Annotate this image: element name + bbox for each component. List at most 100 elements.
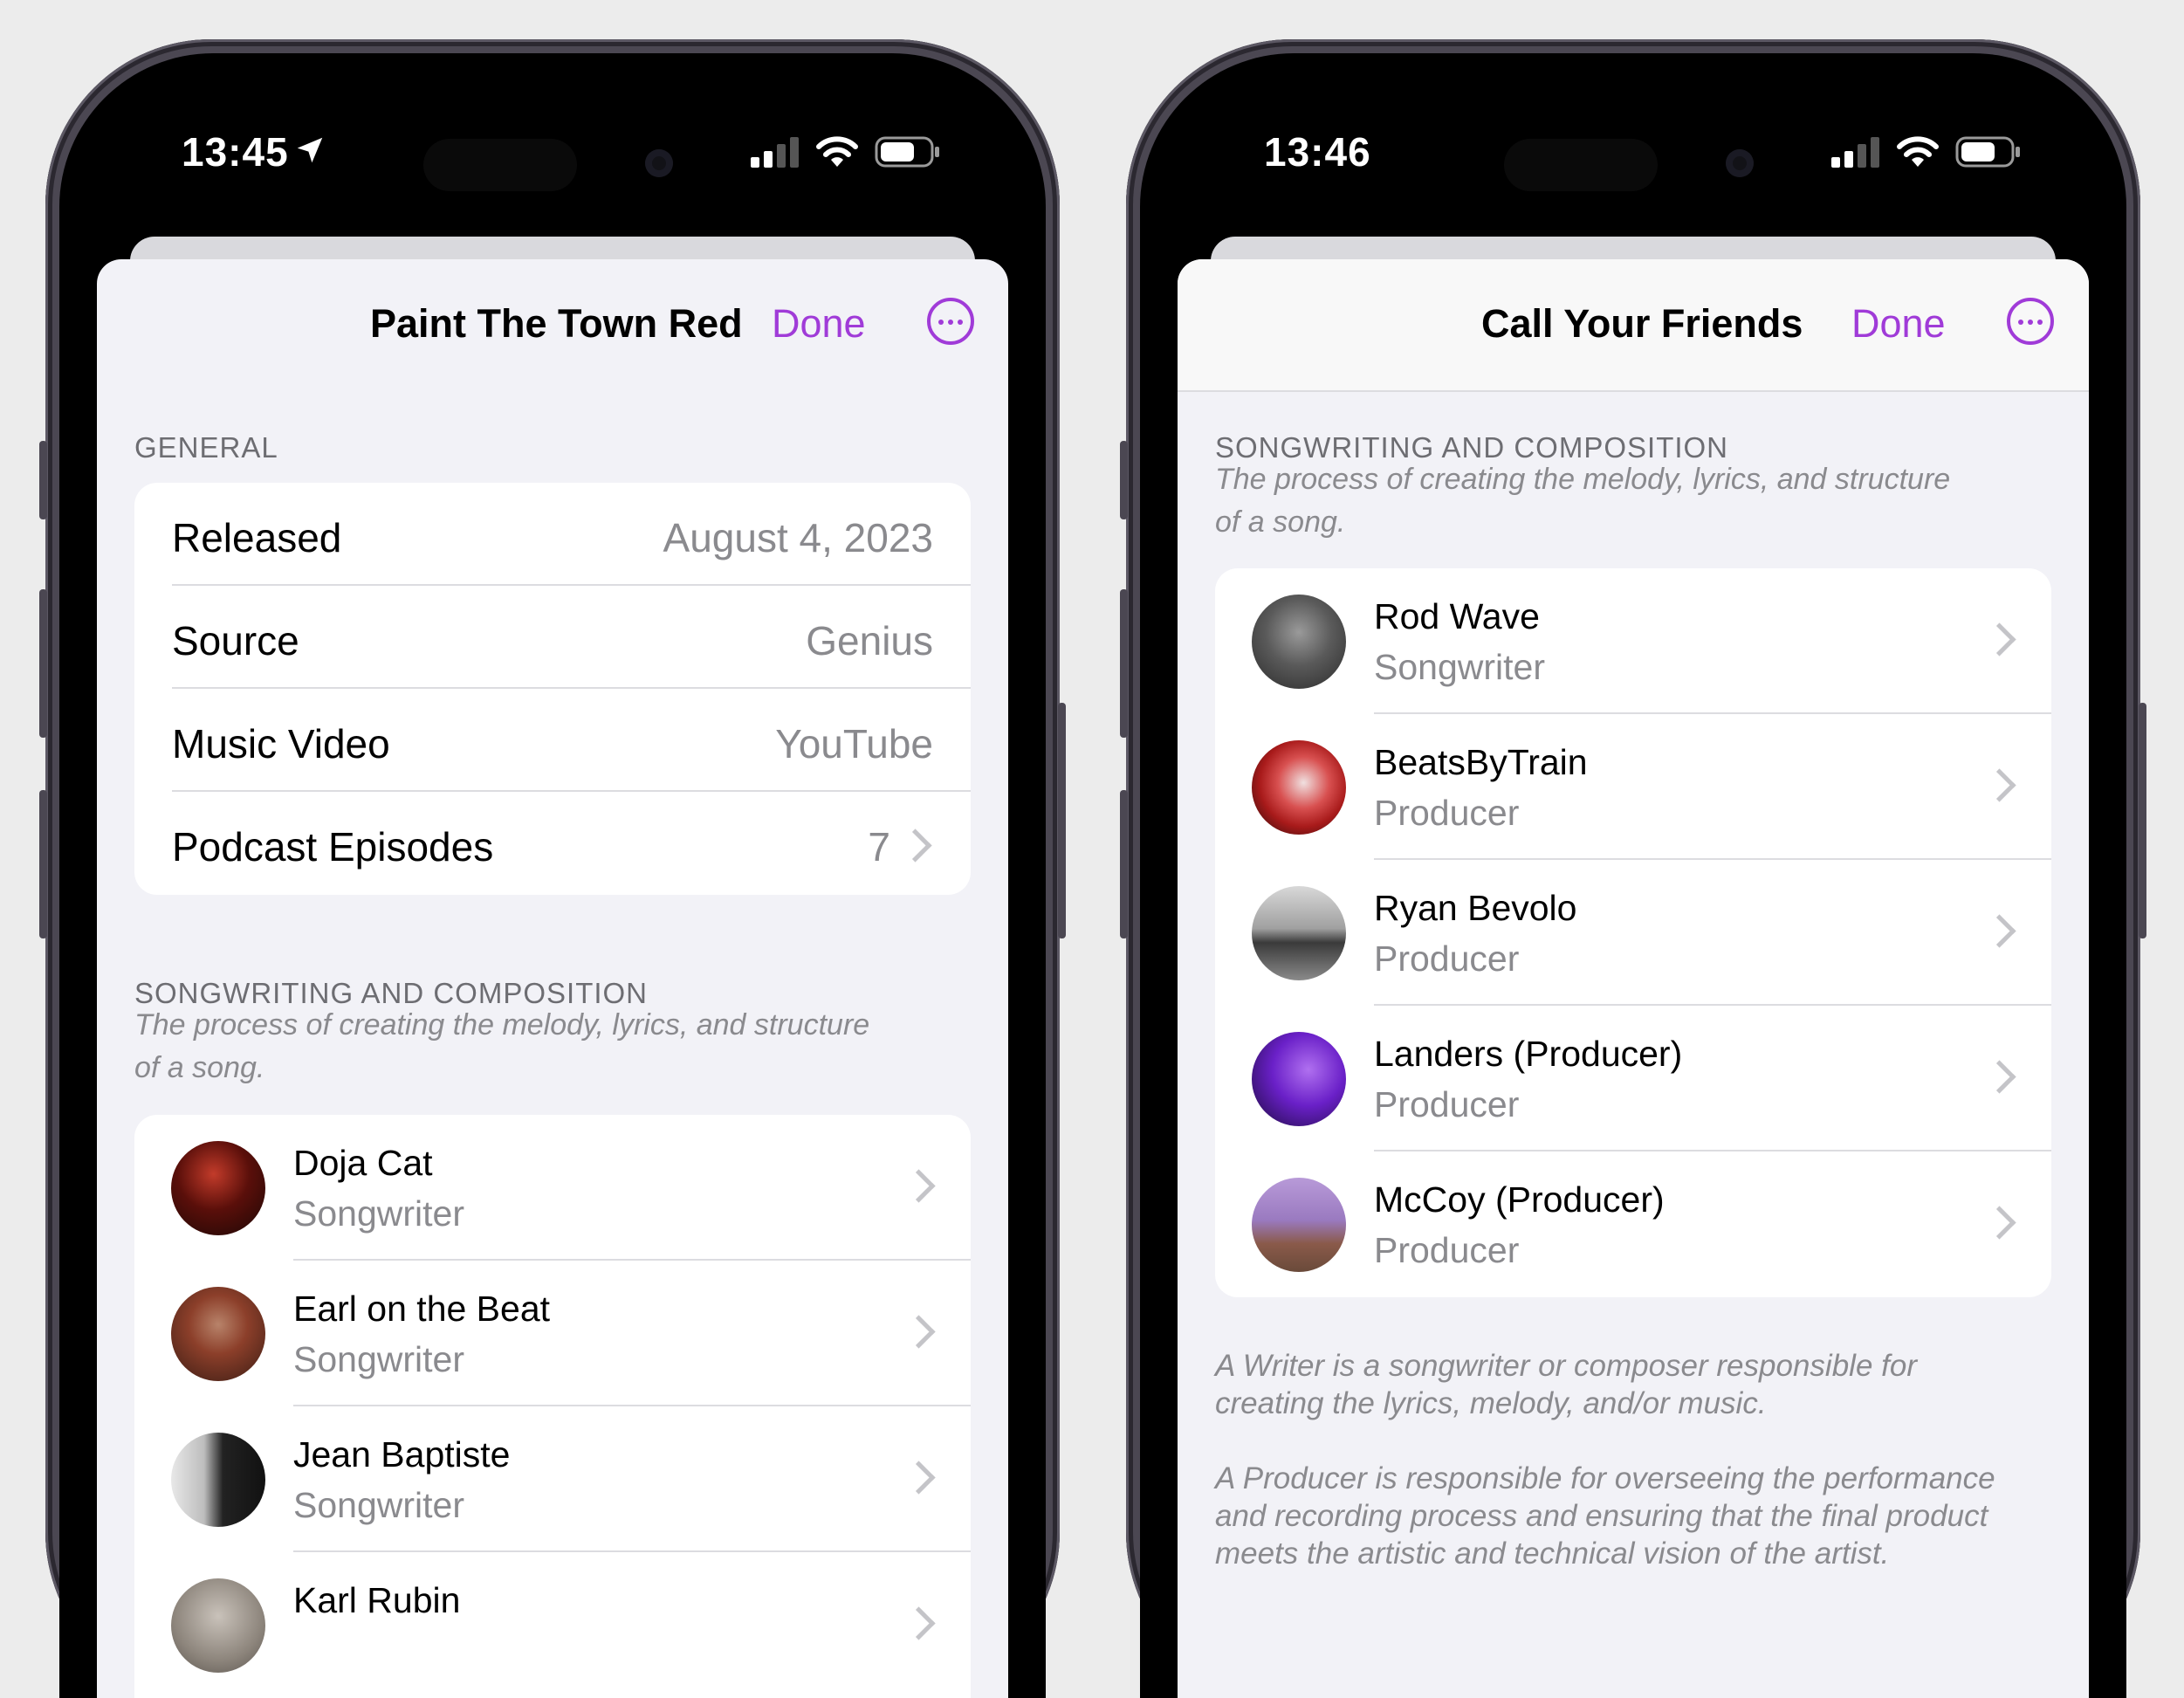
left-screen: 13:45 Paint The Town Red Done GENERAL Re… [59,53,1046,1698]
general-group: Released August 4, 2023 Source Genius Mu… [134,483,971,895]
status-icons [751,135,941,168]
avatar [171,1287,265,1381]
cellular-signal-icon [751,137,799,168]
credit-row[interactable]: Ryan Bevolo Producer [1215,860,2051,1006]
chevron-right-icon [902,1315,936,1349]
more-ellipsis-icon[interactable] [927,298,974,345]
music-video-label: Music Video [172,721,390,767]
credit-name: Earl on the Beat [293,1289,551,1329]
avatar [1252,1032,1346,1126]
credit-role: Songwriter [293,1485,464,1525]
credits-list: Doja Cat Songwriter Earl on the Beat Son… [134,1115,971,1698]
credit-name: McCoy (Producer) [1374,1179,1665,1220]
volume-up-button [1120,589,1128,738]
credit-name: Rod Wave [1374,596,1540,636]
avatar [1252,886,1346,980]
side-button [1058,703,1066,938]
mute-switch [1120,441,1128,519]
released-label: Released [172,515,342,560]
credit-row[interactable]: Landers (Producer) Producer [1215,1006,2051,1151]
cellular-signal-icon [1831,137,1879,168]
avatar [1252,1178,1346,1272]
credit-role: Producer [1374,1230,1520,1270]
chevron-right-icon [1982,768,2016,802]
avatar [171,1141,265,1235]
chevron-right-icon [1982,914,2016,948]
location-arrow-icon [297,137,323,163]
released-row: Released August 4, 2023 [134,483,971,586]
chevron-right-icon [1982,622,2016,657]
done-button[interactable]: Done [772,301,866,347]
credit-row[interactable]: Earl on the Beat Songwriter [134,1261,971,1406]
chevron-right-icon [898,828,932,863]
avatar [1252,740,1346,835]
song-detail-sheet: Call Your Friends Done SONGWRITING AND C… [1178,259,2089,1698]
general-section-header: GENERAL [134,431,278,464]
credit-role: Producer [1374,793,1520,833]
source-label: Source [172,618,299,663]
mute-switch [39,441,47,519]
credit-row[interactable]: Jean Baptiste Songwriter [134,1406,971,1552]
status-icons [1831,135,2022,168]
credit-row[interactable]: Rod Wave Songwriter [1215,568,2051,714]
credits-list: Rod Wave Songwriter BeatsByTrain Produce… [1215,568,2051,1297]
more-ellipsis-icon[interactable] [2007,298,2054,345]
avatar [171,1578,265,1673]
credit-row[interactable]: McCoy (Producer) Producer [1215,1151,2051,1297]
writer-footnote: A Writer is a songwriter or composer res… [1215,1349,1917,1420]
credit-name: Doja Cat [293,1143,433,1183]
status-bar: 13:45 [59,53,1046,228]
credit-role: Songwriter [1374,647,1545,687]
songwriting-section-description: The process of creating the melody, lyri… [1215,463,1951,539]
credit-row[interactable]: Karl Rubin [134,1552,971,1698]
volume-down-button [1120,790,1128,938]
credit-role: Songwriter [293,1193,464,1234]
page-title: Call Your Friends [1481,301,1803,346]
battery-icon [1955,136,2020,168]
wifi-icon [1897,136,1939,167]
podcast-episodes-row[interactable]: Podcast Episodes 7 [134,792,971,895]
music-video-value[interactable]: YouTube [775,720,933,767]
avatar [1252,595,1346,689]
chevron-right-icon [902,1461,936,1495]
podcast-episodes-label: Podcast Episodes [172,824,494,870]
credit-role: Songwriter [293,1339,464,1379]
front-camera [1726,149,1754,177]
status-bar: 13:46 [1140,53,2126,228]
left-phone: 13:45 Paint The Town Red Done GENERAL Re… [39,39,1066,1698]
avatar [171,1433,265,1527]
credit-role: Producer [1374,938,1520,979]
credit-name: Ryan Bevolo [1374,888,1577,928]
songwriting-section-description: The process of creating the melody, lyri… [134,1008,870,1084]
status-time: 13:45 [182,129,289,175]
credit-row[interactable]: Doja Cat Songwriter [134,1115,971,1261]
status-time: 13:46 [1264,129,1371,175]
podcast-episodes-count: 7 [868,824,890,870]
volume-down-button [39,790,47,938]
chevron-right-icon [902,1169,936,1203]
navigation-bar: Paint The Town Red Done [97,259,1008,390]
producer-footnote: A Producer is responsible for overseeing… [1215,1461,1995,1571]
side-button [2139,703,2146,938]
wifi-icon [816,136,858,167]
credit-name: Karl Rubin [293,1580,461,1620]
right-phone: 13:46 Call Your Friends Done SONGWRITING… [1120,39,2146,1698]
chevron-right-icon [1982,1206,2016,1240]
credit-name: Jean Baptiste [293,1434,511,1475]
front-camera [645,149,673,177]
credit-row[interactable]: BeatsByTrain Producer [1215,714,2051,860]
source-row[interactable]: Source Genius [134,586,971,689]
dynamic-island [1504,139,1658,191]
volume-up-button [39,589,47,738]
page-title: Paint The Town Red [370,301,743,346]
dynamic-island [423,139,577,191]
credit-name: Landers (Producer) [1374,1034,1683,1074]
chevron-right-icon [1982,1060,2016,1094]
navigation-bar: Call Your Friends Done [1178,259,2089,392]
source-value[interactable]: Genius [806,617,933,664]
song-detail-sheet: Paint The Town Red Done GENERAL Released… [97,259,1008,1698]
music-video-row[interactable]: Music Video YouTube [134,689,971,792]
right-screen: 13:46 Call Your Friends Done SONGWRITING… [1140,53,2126,1698]
battery-icon [875,136,939,168]
done-button[interactable]: Done [1851,301,1946,347]
